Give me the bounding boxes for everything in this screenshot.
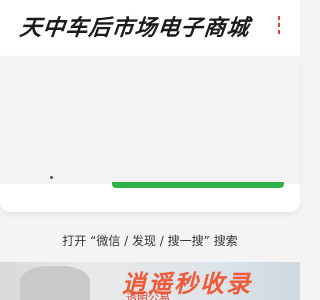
search-button[interactable] <box>112 182 284 188</box>
banner-subtitle: 透明公易 <box>126 291 170 300</box>
banner-figure <box>20 266 90 300</box>
wechat-search-card <box>0 56 300 212</box>
search-instruction: 打开 “微信 / 发现 / 搜一搜” 搜索 <box>62 234 238 248</box>
promo-banner[interactable]: 逍遥秒收录 透明公易 <box>0 262 300 300</box>
dot-marker <box>50 176 53 179</box>
card-footer <box>0 184 300 212</box>
site-header: 天中车后市场电子商城 <box>0 0 300 57</box>
menu-button[interactable] <box>272 16 286 34</box>
menu-icon <box>278 16 280 20</box>
site-logo[interactable]: 天中车后市场电子商城 <box>18 10 251 42</box>
